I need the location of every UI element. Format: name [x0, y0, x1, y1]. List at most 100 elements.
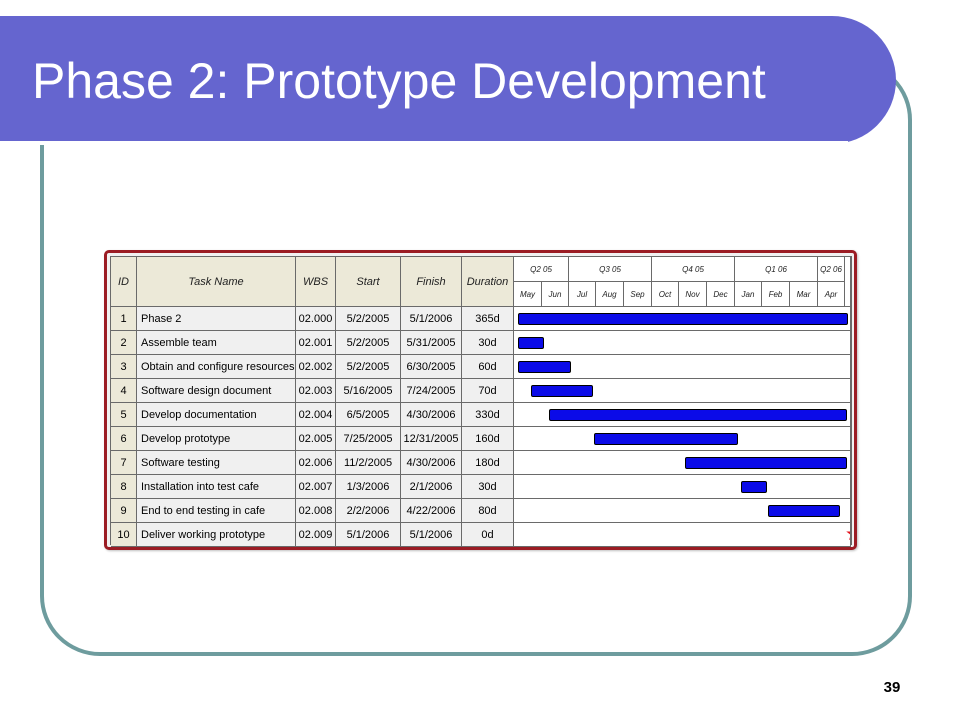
month-label: Apr: [818, 282, 845, 307]
task-finish: 5/1/2006: [401, 523, 462, 547]
gantt-chart: ID Task Name WBS Start Finish Duration Q…: [104, 250, 857, 550]
month-label: May: [514, 282, 542, 307]
month-label: Dec: [707, 282, 735, 307]
table-row: 10 Deliver working prototype 02.009 5/1/200…: [111, 523, 851, 547]
gantt-lane: ★: [514, 523, 851, 547]
task-id: 8: [111, 475, 137, 499]
gantt-lane: [514, 475, 851, 499]
table-row: 2 Assemble team 02.001 5/2/2005 5/31/2005 30d: [111, 331, 851, 355]
timescale-header: Q2 05 Q3 05 Q4 05 Q1 06 Q2 06 May Jun Jul Aug Sep…: [514, 257, 851, 307]
header-duration: Duration: [462, 257, 514, 307]
gantt-lane: [514, 451, 851, 475]
task-wbs: 02.001: [296, 331, 336, 355]
task-finish: 4/30/2006: [401, 451, 462, 475]
gantt-lane: [514, 331, 851, 355]
task-duration: 330d: [462, 403, 514, 427]
task-start: 6/5/2005: [336, 403, 401, 427]
task-id: 6: [111, 427, 137, 451]
gantt-bar: [740, 481, 768, 493]
task-duration: 30d: [462, 475, 514, 499]
task-name: Software design document: [137, 379, 296, 403]
task-name: Obtain and configure resources: [137, 355, 296, 379]
header-finish: Finish: [401, 257, 462, 307]
gantt-bar: [594, 433, 739, 445]
header-id: ID: [111, 257, 137, 307]
month-label: Sep: [624, 282, 652, 307]
task-name: End to end testing in cafe: [137, 499, 296, 523]
slide-title: Phase 2: Prototype Development: [32, 53, 766, 109]
task-start: 5/1/2006: [336, 523, 401, 547]
task-finish: 7/24/2005: [401, 379, 462, 403]
month-label: Aug: [596, 282, 624, 307]
gantt-bar: [530, 385, 594, 397]
task-finish: 2/1/2006: [401, 475, 462, 499]
table-row: 9 End to end testing in cafe 02.008 2/2/200…: [111, 499, 851, 523]
task-name: Deliver working prototype: [137, 523, 296, 547]
month-label: Jan: [735, 282, 762, 307]
task-name: Software testing: [137, 451, 296, 475]
header-wbs: WBS: [296, 257, 336, 307]
task-id: 4: [111, 379, 137, 403]
task-wbs: 02.004: [296, 403, 336, 427]
quarter-label: Q1 06: [735, 257, 818, 282]
task-finish: 5/31/2005: [401, 331, 462, 355]
task-finish: 12/31/2005: [401, 427, 462, 451]
task-id: 1: [111, 307, 137, 331]
task-wbs: 02.005: [296, 427, 336, 451]
task-finish: 4/22/2006: [401, 499, 462, 523]
month-label: Feb: [762, 282, 790, 307]
gantt-bar: [517, 313, 848, 325]
gantt-lane: [514, 307, 851, 331]
task-name: Develop documentation: [137, 403, 296, 427]
task-wbs: 02.000: [296, 307, 336, 331]
gantt-table: ID Task Name WBS Start Finish Duration Q…: [110, 256, 852, 547]
task-name: Installation into test cafe: [137, 475, 296, 499]
task-duration: 80d: [462, 499, 514, 523]
task-finish: 4/30/2006: [401, 403, 462, 427]
task-id: 9: [111, 499, 137, 523]
gantt-lane: [514, 499, 851, 523]
task-start: 1/3/2006: [336, 475, 401, 499]
task-finish: 6/30/2005: [401, 355, 462, 379]
table-row: 4 Software design document 02.003 5/16/2005…: [111, 379, 851, 403]
task-wbs: 02.003: [296, 379, 336, 403]
task-wbs: 02.009: [296, 523, 336, 547]
gantt-bar: [684, 457, 848, 469]
task-wbs: 02.002: [296, 355, 336, 379]
quarter-label: Q4 05: [652, 257, 735, 282]
task-id: 5: [111, 403, 137, 427]
gantt-lane: [514, 379, 851, 403]
month-label: Nov: [679, 282, 707, 307]
quarter-label: Q2 06: [818, 257, 845, 282]
task-duration: 30d: [462, 331, 514, 355]
task-name: Develop prototype: [137, 427, 296, 451]
quarter-label: Q2 05: [514, 257, 569, 282]
title-bar: Phase 2: Prototype Development: [0, 16, 896, 145]
task-start: 5/2/2005: [336, 307, 401, 331]
gantt-lane: [514, 355, 851, 379]
quarter-label: Q3 05: [569, 257, 652, 282]
task-name: Phase 2: [137, 307, 296, 331]
month-label: Oct: [652, 282, 679, 307]
task-id: 10: [111, 523, 137, 547]
gantt-bar: [517, 361, 572, 373]
table-row: 6 Develop prototype 02.005 7/25/2005 12/31/2…: [111, 427, 851, 451]
gantt-lane: [514, 403, 851, 427]
gantt-bar: [768, 505, 840, 517]
task-duration: 160d: [462, 427, 514, 451]
title-underline: [0, 141, 848, 145]
gantt-bar: [548, 409, 848, 421]
task-finish: 5/1/2006: [401, 307, 462, 331]
task-duration: 70d: [462, 379, 514, 403]
task-duration: 0d: [462, 523, 514, 547]
task-start: 11/2/2005: [336, 451, 401, 475]
month-label: Mar: [790, 282, 818, 307]
task-wbs: 02.008: [296, 499, 336, 523]
header-task-name: Task Name: [137, 257, 296, 307]
table-row: 3 Obtain and configure resources 02.002 5/2…: [111, 355, 851, 379]
month-label: Jul: [569, 282, 596, 307]
star-icon: ★: [845, 525, 850, 544]
task-wbs: 02.007: [296, 475, 336, 499]
task-wbs: 02.006: [296, 451, 336, 475]
task-duration: 180d: [462, 451, 514, 475]
